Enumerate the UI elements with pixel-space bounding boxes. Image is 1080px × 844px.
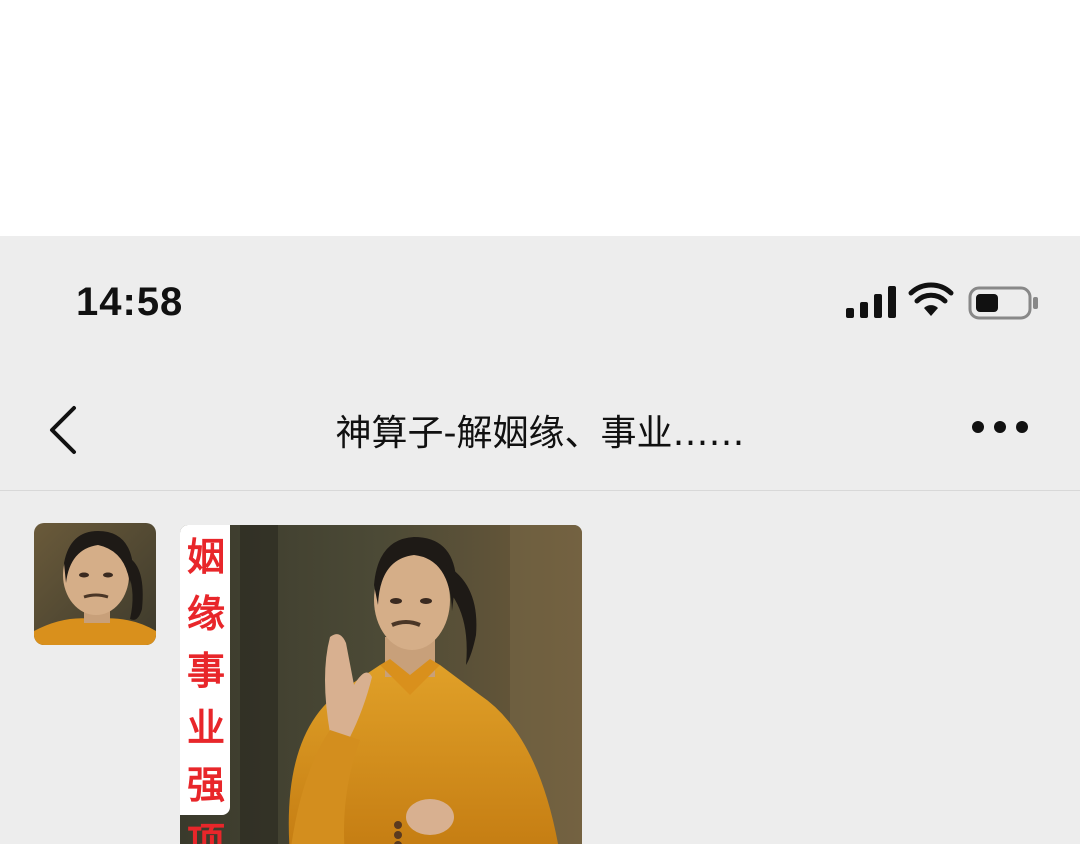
- back-button[interactable]: [40, 400, 90, 460]
- image-message[interactable]: 姻缘事业强项: [180, 525, 582, 844]
- banner-label: 姻缘事业强项: [180, 525, 230, 844]
- nav-bar: 神算子-解姻缘、事业……: [0, 366, 1080, 491]
- banner-text: 姻缘事业强项: [186, 535, 225, 844]
- more-icon[interactable]: [966, 412, 1036, 442]
- wifi-icon: [908, 282, 954, 316]
- chat-area: 姻缘事业强项: [0, 491, 1080, 844]
- chat-title: 神算子-解姻缘、事业……: [335, 413, 745, 454]
- battery-icon: [968, 286, 1038, 320]
- avatar[interactable]: [34, 523, 156, 645]
- top-blank-area: [0, 0, 1080, 236]
- phone-screen: 14:58 神算子-解姻缘、事业…… 姻缘事业强项: [0, 236, 1080, 844]
- message-photo: [180, 525, 582, 844]
- status-time: 14:58: [76, 280, 184, 324]
- avatar-image: [34, 523, 156, 645]
- status-bar: 14:58: [0, 236, 1080, 366]
- signal-icon: [846, 286, 896, 318]
